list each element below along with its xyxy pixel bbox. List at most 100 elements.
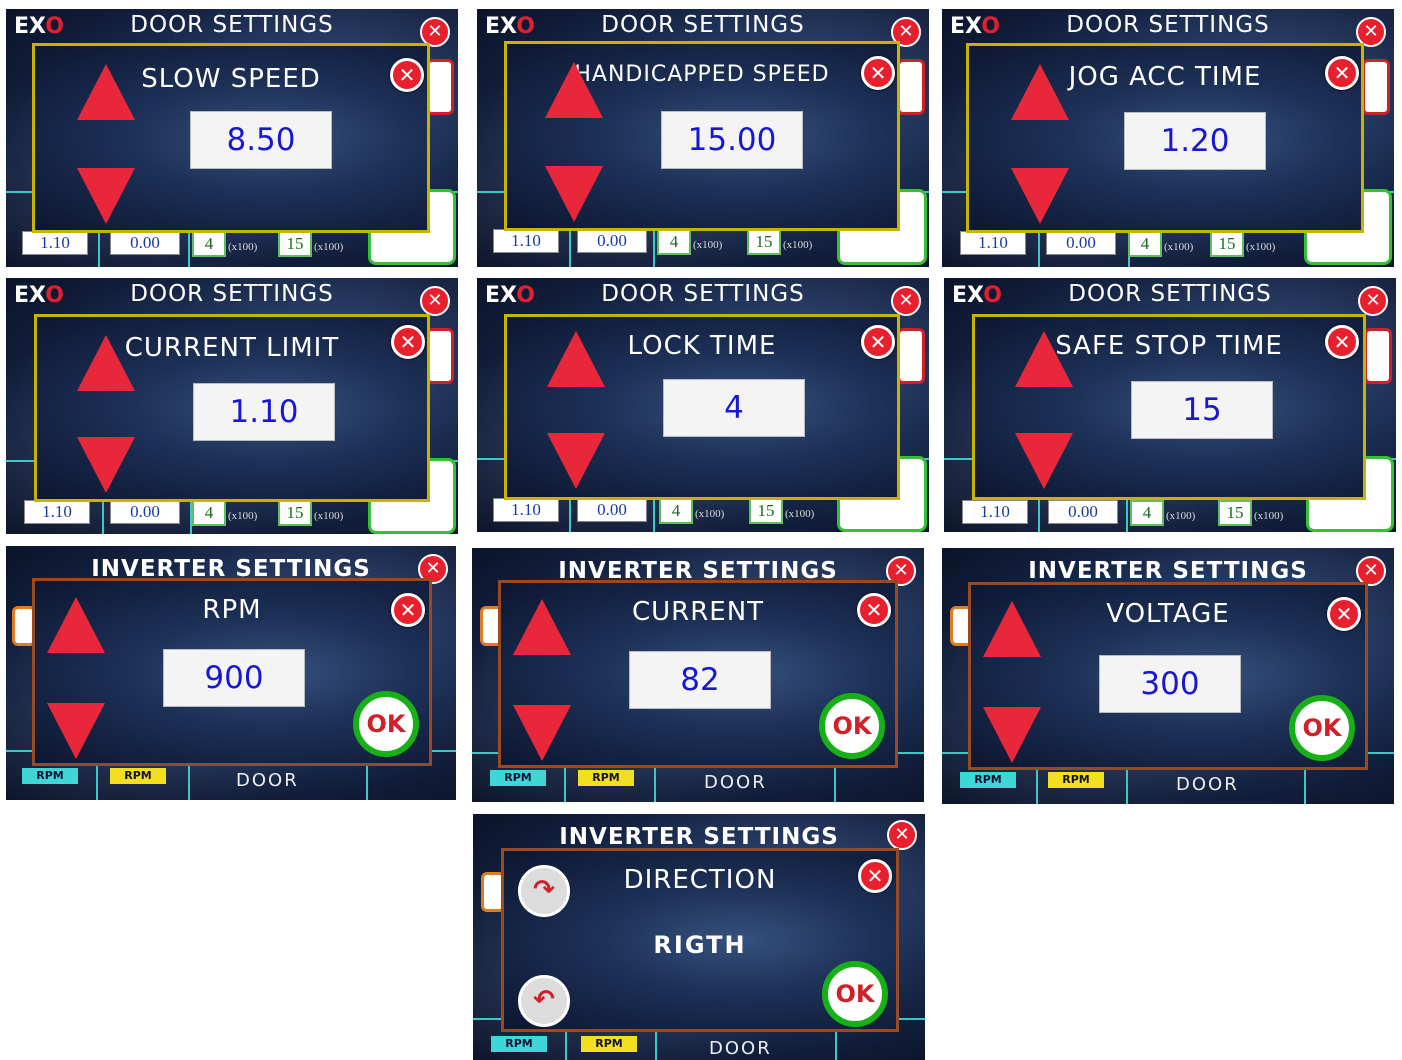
value-chip[interactable]: 0.00 <box>577 498 647 522</box>
unit-label: (x100) <box>1166 510 1196 522</box>
ok-button[interactable]: OK <box>822 961 888 1027</box>
close-icon[interactable]: ✕ <box>391 593 425 627</box>
side-button[interactable] <box>897 59 925 115</box>
arrow-up-icon[interactable] <box>545 62 603 118</box>
current-limit-chip[interactable]: 1.10 <box>493 498 559 522</box>
close-icon[interactable]: ✕ <box>861 325 895 359</box>
side-button[interactable] <box>1364 328 1392 384</box>
rpm-tag[interactable]: RPM <box>491 1036 547 1052</box>
inverter-settings-screen-rpm: INVERTER SETTINGS ✕ RPM RPM DOOR RPM ✕ 9… <box>6 546 456 800</box>
current-limit-popup: CURRENT LIMIT ✕ 1.10 <box>34 314 430 502</box>
ok-button[interactable]: OK <box>1289 695 1355 761</box>
rpm-tag[interactable]: RPM <box>22 768 78 784</box>
value-chip[interactable]: 0.00 <box>1048 500 1118 524</box>
current-limit-chip[interactable]: 1.10 <box>960 231 1026 255</box>
lock-time-chip[interactable]: 4 <box>192 231 226 257</box>
arrow-up-icon[interactable] <box>513 599 571 655</box>
side-button[interactable] <box>897 328 925 384</box>
value-chip[interactable]: 0.00 <box>577 229 647 253</box>
close-icon[interactable]: ✕ <box>887 820 917 850</box>
safe-stop-chip[interactable]: 15 <box>747 229 781 255</box>
close-icon[interactable]: ✕ <box>858 859 892 893</box>
ok-button[interactable]: OK <box>353 691 419 757</box>
arrow-down-icon[interactable] <box>77 437 135 493</box>
arrow-up-icon[interactable] <box>983 601 1041 657</box>
value-display: 8.50 <box>190 111 332 169</box>
rotate-counterclockwise-icon[interactable]: ↶ <box>518 975 570 1027</box>
side-button[interactable] <box>1362 59 1390 115</box>
safe-stop-chip[interactable]: 15 <box>278 231 312 257</box>
arrow-up-icon[interactable] <box>77 335 135 391</box>
lock-time-chip[interactable]: 4 <box>1128 231 1162 257</box>
value-display: 900 <box>163 649 305 707</box>
current-limit-chip[interactable]: 1.10 <box>22 231 88 255</box>
current-limit-chip[interactable]: 1.10 <box>24 500 90 524</box>
arrow-down-icon[interactable] <box>983 707 1041 763</box>
close-icon[interactable]: ✕ <box>891 286 921 316</box>
rotate-clockwise-icon[interactable]: ↷ <box>518 865 570 917</box>
value-chip[interactable]: 0.00 <box>110 231 180 255</box>
rpm-tag[interactable]: RPM <box>110 768 166 784</box>
value-chip[interactable]: 0.00 <box>1046 231 1116 255</box>
rpm-popup: RPM ✕ 900 OK <box>32 578 432 766</box>
background-title: DOOR SETTINGS <box>130 12 334 38</box>
safe-stop-chip[interactable]: 15 <box>1210 231 1244 257</box>
close-icon[interactable]: ✕ <box>390 58 424 92</box>
current-limit-chip[interactable]: 1.10 <box>962 500 1028 524</box>
lock-time-chip[interactable]: 4 <box>659 498 693 524</box>
arrow-up-icon[interactable] <box>547 331 605 387</box>
current-popup: CURRENT ✕ 82 OK <box>498 580 898 768</box>
arrow-up-icon[interactable] <box>47 597 105 653</box>
safe-stop-chip[interactable]: 15 <box>278 500 312 526</box>
rpm-tag[interactable]: RPM <box>578 770 634 786</box>
value-display: 1.10 <box>193 383 335 441</box>
arrow-up-icon[interactable] <box>77 64 135 120</box>
side-button[interactable] <box>426 328 454 384</box>
value-display: 15.00 <box>661 111 803 169</box>
door-label[interactable]: DOOR <box>236 770 299 791</box>
arrow-down-icon[interactable] <box>1011 168 1069 224</box>
value-display: 82 <box>629 651 771 709</box>
door-label[interactable]: DOOR <box>704 772 767 793</box>
rpm-tag[interactable]: RPM <box>490 770 546 786</box>
value-display: 4 <box>663 379 805 437</box>
value-chip[interactable]: 0.00 <box>110 500 180 524</box>
close-icon[interactable]: ✕ <box>1358 286 1388 316</box>
unit-label: (x100) <box>1254 510 1284 522</box>
arrow-down-icon[interactable] <box>47 703 105 759</box>
side-button[interactable] <box>426 59 454 115</box>
jog-acc-time-popup: JOG ACC TIME ✕ 1.20 <box>966 43 1364 233</box>
direction-popup: DIRECTION ✕ ↷ ↶ RIGTH OK <box>501 848 899 1032</box>
arrow-down-icon[interactable] <box>547 433 605 489</box>
arrow-down-icon[interactable] <box>1015 433 1073 489</box>
arrow-up-icon[interactable] <box>1011 64 1069 120</box>
lock-time-chip[interactable]: 4 <box>1130 500 1164 526</box>
close-icon[interactable]: ✕ <box>391 325 425 359</box>
close-icon[interactable]: ✕ <box>857 593 891 627</box>
lock-time-chip[interactable]: 4 <box>192 500 226 526</box>
close-icon[interactable]: ✕ <box>1325 56 1359 90</box>
close-icon[interactable]: ✕ <box>420 286 450 316</box>
ok-button[interactable]: OK <box>819 693 885 759</box>
current-limit-chip[interactable]: 1.10 <box>493 229 559 253</box>
arrow-down-icon[interactable] <box>513 705 571 761</box>
value-display: 15 <box>1131 381 1273 439</box>
safe-stop-chip[interactable]: 15 <box>749 498 783 524</box>
door-label[interactable]: DOOR <box>1176 774 1239 795</box>
close-icon[interactable]: ✕ <box>861 56 895 90</box>
arrow-up-icon[interactable] <box>1015 331 1073 387</box>
arrow-down-icon[interactable] <box>77 168 135 224</box>
unit-label: (x100) <box>693 239 723 251</box>
rpm-tag[interactable]: RPM <box>1048 772 1104 788</box>
background-title: INVERTER SETTINGS <box>1028 558 1308 584</box>
voltage-popup: VOLTAGE ✕ 300 OK <box>968 582 1368 770</box>
rpm-tag[interactable]: RPM <box>581 1036 637 1052</box>
rpm-tag[interactable]: RPM <box>960 772 1016 788</box>
unit-label: (x100) <box>228 510 258 522</box>
close-icon[interactable]: ✕ <box>1327 597 1361 631</box>
safe-stop-chip[interactable]: 15 <box>1218 500 1252 526</box>
door-label[interactable]: DOOR <box>709 1038 772 1059</box>
close-icon[interactable]: ✕ <box>1325 325 1359 359</box>
lock-time-chip[interactable]: 4 <box>657 229 691 255</box>
arrow-down-icon[interactable] <box>545 166 603 222</box>
